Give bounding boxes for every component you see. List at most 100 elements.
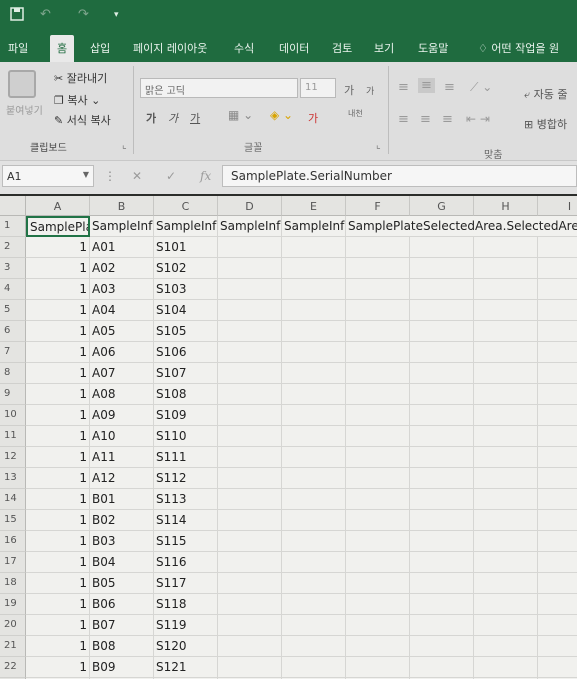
cell-empty[interactable] xyxy=(538,531,577,552)
cell-c[interactable]: S120 xyxy=(154,636,218,657)
cell-empty[interactable] xyxy=(538,552,577,573)
cell-empty[interactable] xyxy=(538,615,577,636)
cell-b[interactable]: A07 xyxy=(90,363,154,384)
cell-empty[interactable] xyxy=(282,342,346,363)
cell-empty[interactable] xyxy=(282,531,346,552)
cell-empty[interactable] xyxy=(474,300,538,321)
cell-empty[interactable] xyxy=(410,447,474,468)
cell-empty[interactable] xyxy=(218,405,282,426)
cell-empty[interactable] xyxy=(218,321,282,342)
row-header[interactable]: 12 xyxy=(0,447,26,468)
cell-b[interactable]: B05 xyxy=(90,573,154,594)
cell-empty[interactable] xyxy=(346,300,410,321)
cell-c[interactable]: S104 xyxy=(154,300,218,321)
cell-c[interactable]: S102 xyxy=(154,258,218,279)
cell-empty[interactable] xyxy=(538,447,577,468)
cell-empty[interactable] xyxy=(474,363,538,384)
cell-empty[interactable] xyxy=(282,552,346,573)
row-header[interactable]: 13 xyxy=(0,468,26,489)
grow-font-button[interactable]: 가 xyxy=(344,82,354,98)
cell-empty[interactable] xyxy=(410,279,474,300)
cell-empty[interactable] xyxy=(282,657,346,678)
cell-c[interactable]: S111 xyxy=(154,447,218,468)
cell-c[interactable]: S109 xyxy=(154,405,218,426)
worksheet-grid[interactable]: A B C D E F G H I 1 SamplePla SampleInf SampleInf Sam… xyxy=(0,196,577,679)
header-cell-d[interactable]: SampleInf xyxy=(218,216,282,237)
cell-b[interactable]: B04 xyxy=(90,552,154,573)
phonetic-button[interactable]: 내천 xyxy=(348,108,363,119)
cell-empty[interactable] xyxy=(410,657,474,678)
cell-empty[interactable] xyxy=(218,531,282,552)
cell-empty[interactable] xyxy=(474,384,538,405)
cell-empty[interactable] xyxy=(410,573,474,594)
cell-a[interactable]: 1 xyxy=(26,552,90,573)
cell-a[interactable]: 1 xyxy=(26,363,90,384)
cell-empty[interactable] xyxy=(218,426,282,447)
cell-empty[interactable] xyxy=(218,552,282,573)
row-header[interactable]: 18 xyxy=(0,573,26,594)
save-icon[interactable] xyxy=(10,7,24,25)
cell-empty[interactable] xyxy=(410,594,474,615)
cell-b[interactable]: A05 xyxy=(90,321,154,342)
column-header-b[interactable]: B xyxy=(90,196,154,216)
cell-a[interactable]: 1 xyxy=(26,531,90,552)
tab-file[interactable]: 파일 xyxy=(8,40,28,56)
cell-b[interactable]: B02 xyxy=(90,510,154,531)
align-left-icon[interactable]: ≡ xyxy=(398,112,409,127)
header-cell-b[interactable]: SampleInf xyxy=(90,216,154,237)
bottom-align-icon[interactable]: ≡ xyxy=(444,80,455,95)
tab-home[interactable]: 홈 xyxy=(50,35,75,62)
cell-empty[interactable] xyxy=(538,636,577,657)
undo-icon[interactable]: ↶ xyxy=(40,7,51,22)
cell-empty[interactable] xyxy=(538,384,577,405)
row-header[interactable]: 6 xyxy=(0,321,26,342)
cell-b[interactable]: B01 xyxy=(90,489,154,510)
cell-c[interactable]: S116 xyxy=(154,552,218,573)
cell-a[interactable]: 1 xyxy=(26,321,90,342)
cell-empty[interactable] xyxy=(410,384,474,405)
cell-empty[interactable] xyxy=(282,321,346,342)
column-header-a[interactable]: A xyxy=(26,196,90,216)
underline-button[interactable]: 가 xyxy=(190,110,200,126)
cell-empty[interactable] xyxy=(346,489,410,510)
cell-empty[interactable] xyxy=(282,468,346,489)
tab-data[interactable]: 데이터 xyxy=(279,40,309,56)
cell-a[interactable]: 1 xyxy=(26,657,90,678)
column-header-f[interactable]: F xyxy=(346,196,410,216)
cell-a[interactable]: 1 xyxy=(26,636,90,657)
cell-b[interactable]: B06 xyxy=(90,594,154,615)
cell-empty[interactable] xyxy=(474,426,538,447)
cell-empty[interactable] xyxy=(474,531,538,552)
cell-empty[interactable] xyxy=(474,615,538,636)
customize-icon[interactable]: ▾ xyxy=(114,10,119,20)
cell-empty[interactable] xyxy=(346,636,410,657)
cell-a[interactable]: 1 xyxy=(26,342,90,363)
column-header-i[interactable]: I xyxy=(538,196,577,216)
cell-empty[interactable] xyxy=(282,510,346,531)
cell-empty[interactable] xyxy=(538,573,577,594)
cell-empty[interactable] xyxy=(346,468,410,489)
font-size-box[interactable]: 11 xyxy=(300,78,336,98)
cell-empty[interactable] xyxy=(474,468,538,489)
cell-empty[interactable] xyxy=(218,573,282,594)
cell-c[interactable]: S115 xyxy=(154,531,218,552)
cell-empty[interactable] xyxy=(474,405,538,426)
tab-help[interactable]: 도움말 xyxy=(418,40,448,56)
cell-empty[interactable] xyxy=(410,321,474,342)
tab-page-layout[interactable]: 페이지 레이아웃 xyxy=(133,40,207,56)
cell-empty[interactable] xyxy=(282,363,346,384)
cell-empty[interactable] xyxy=(538,468,577,489)
cell-empty[interactable] xyxy=(346,342,410,363)
cell-b[interactable]: A11 xyxy=(90,447,154,468)
font-color-button[interactable]: 가 xyxy=(308,110,318,126)
cancel-icon[interactable]: ✕ xyxy=(132,169,142,183)
cell-empty[interactable] xyxy=(410,426,474,447)
cell-empty[interactable] xyxy=(474,510,538,531)
cell-empty[interactable] xyxy=(410,237,474,258)
align-right-icon[interactable]: ≡ xyxy=(442,112,453,127)
column-header-h[interactable]: H xyxy=(474,196,538,216)
row-header[interactable]: 4 xyxy=(0,279,26,300)
row-header[interactable]: 9 xyxy=(0,384,26,405)
cell-c[interactable]: S113 xyxy=(154,489,218,510)
cell-a[interactable]: 1 xyxy=(26,426,90,447)
